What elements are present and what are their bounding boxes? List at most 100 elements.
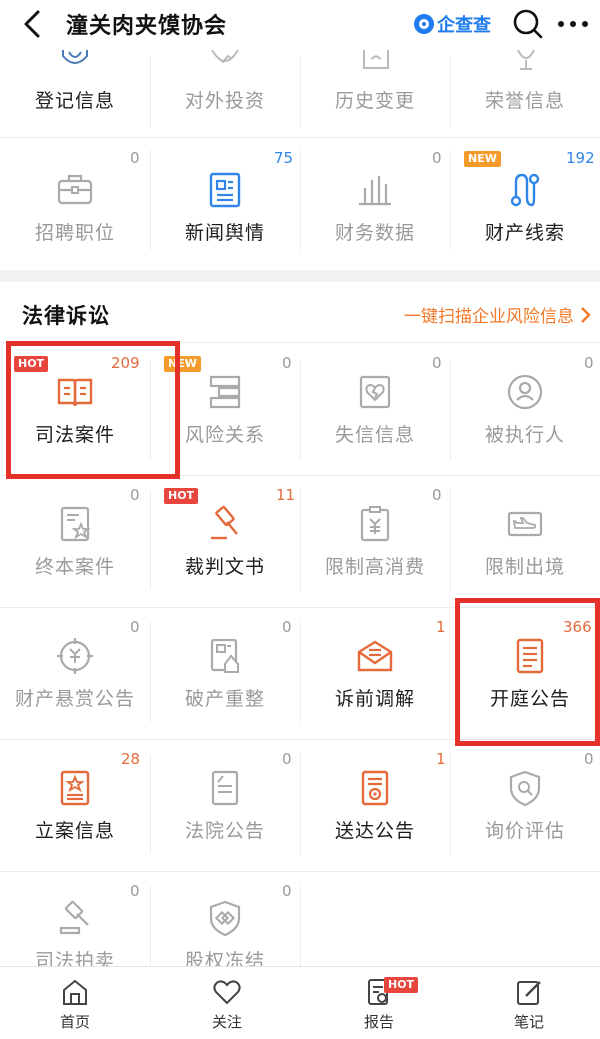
new-tag: NEW xyxy=(464,151,501,167)
count-badge: 0 xyxy=(282,354,292,372)
grid-item-label: 新闻舆情 xyxy=(184,222,265,244)
grid-item-exit-restriction[interactable]: 限制出境 xyxy=(450,504,600,579)
page-title: 潼关肉夹馍协会 xyxy=(66,14,228,39)
divider xyxy=(150,490,151,590)
divider xyxy=(300,490,301,590)
count-badge: 0 xyxy=(282,750,292,768)
shield-icon xyxy=(62,50,88,64)
grid-item-honor[interactable]: 荣誉信息 xyxy=(450,46,600,113)
grid-item-bankruptcy[interactable]: 破产重整 xyxy=(150,636,300,711)
count-badge: 75 xyxy=(274,149,294,167)
tab-label: 关注 xyxy=(211,1013,242,1031)
heart-icon xyxy=(213,980,241,1005)
header-bar: 潼关肉夹馍协会 企查查 xyxy=(0,0,600,50)
divider xyxy=(300,360,301,460)
grid-item-label: 询价评估 xyxy=(484,820,565,842)
hot-tag: HOT xyxy=(164,488,199,504)
grid-item-label: 诉前调解 xyxy=(334,688,415,710)
grid-item-history[interactable]: 历史变更 xyxy=(300,46,450,113)
count-badge: 28 xyxy=(121,750,141,768)
divider xyxy=(450,150,451,250)
divider xyxy=(150,56,151,128)
grid-item-label: 财务数据 xyxy=(334,222,415,244)
risk-scan-link[interactable]: 一键扫描企业风险信息 xyxy=(404,302,592,327)
qichacha-brand[interactable]: 企查查 xyxy=(414,12,491,36)
count-badge: 0 xyxy=(584,750,594,768)
grid-item-label: 送达公告 xyxy=(334,820,415,842)
grid-item-property-clue[interactable]: 财产线索 xyxy=(450,170,600,245)
hot-tag: HOT xyxy=(384,977,419,993)
yuan-target-icon xyxy=(57,638,93,674)
divider xyxy=(300,622,301,722)
count-badge: 0 xyxy=(130,882,140,900)
grid-item-dishonest[interactable]: 失信信息 xyxy=(300,372,450,447)
highlight-box-court-session-notice xyxy=(455,598,600,746)
grid-item-label: 历史变更 xyxy=(334,90,415,112)
section-gap xyxy=(0,270,600,282)
grid-item-judgment-document[interactable]: 裁判文书 xyxy=(150,504,300,579)
divider xyxy=(450,490,451,590)
grid-item-label: 招聘职位 xyxy=(34,222,115,244)
section-title: 法律诉讼 xyxy=(22,304,110,328)
grid-item-judicial-auction[interactable]: 司法拍卖 xyxy=(0,898,150,973)
bankruptcy-icon xyxy=(210,638,239,673)
gavel-icon xyxy=(211,505,238,540)
grid-item-finance[interactable]: 财务数据 xyxy=(300,170,450,245)
tab-notes[interactable]: 笔记 xyxy=(454,977,600,1032)
trophy-icon xyxy=(517,50,535,70)
grid-item-news[interactable]: 新闻舆情 xyxy=(150,170,300,245)
grid-item-label: 荣誉信息 xyxy=(484,90,565,112)
grid-item-registration[interactable]: 登记信息 xyxy=(0,46,150,113)
broken-heart-icon xyxy=(359,375,391,409)
grid-item-filing-info[interactable]: 立案信息 xyxy=(0,768,150,843)
tab-home[interactable]: 首页 xyxy=(0,977,150,1032)
count-badge: 0 xyxy=(130,486,140,504)
divider xyxy=(300,886,301,966)
grid-item-recruitment[interactable]: 招聘职位 xyxy=(0,170,150,245)
count-badge: 0 xyxy=(130,149,140,167)
count-badge: 1 xyxy=(436,618,446,636)
chevron-right-icon xyxy=(581,306,591,323)
investment-chart-icon xyxy=(211,50,239,64)
back-arrow-icon[interactable] xyxy=(14,6,50,42)
divider xyxy=(450,56,451,128)
property-clue-icon xyxy=(510,173,540,207)
delivery-notice-icon xyxy=(361,770,389,806)
grid-item-property-reward[interactable]: 财产悬赏公告 xyxy=(0,636,150,711)
home-icon xyxy=(63,979,87,1005)
more-icon[interactable] xyxy=(556,12,590,36)
grid-item-pre-litigation-mediation[interactable]: 诉前调解 xyxy=(300,636,450,711)
count-badge: 0 xyxy=(282,618,292,636)
tab-label: 报告 xyxy=(363,1013,394,1031)
grid-item-delivery-notice[interactable]: 送达公告 xyxy=(300,768,450,843)
grid-item-investment[interactable]: 对外投资 xyxy=(150,46,300,113)
count-badge: 192 xyxy=(566,149,595,167)
count-badge: 0 xyxy=(584,354,594,372)
briefcase-icon xyxy=(57,174,93,205)
grid-item-label: 失信信息 xyxy=(334,424,415,446)
divider xyxy=(300,56,301,128)
count-badge: 11 xyxy=(276,486,296,504)
divider xyxy=(450,754,451,854)
grid-item-consumption-limit[interactable]: 限制高消费 xyxy=(300,504,450,579)
grid-item-label: 立案信息 xyxy=(34,820,115,842)
court-notice-icon xyxy=(211,770,239,806)
tab-report[interactable]: 报告 xyxy=(304,977,454,1032)
grid-item-equity-freeze[interactable]: 股权冻结 xyxy=(150,898,300,973)
news-icon xyxy=(209,172,241,208)
shield-search-icon xyxy=(509,770,541,807)
case-star-icon xyxy=(60,506,91,542)
grid-item-court-notice[interactable]: 法院公告 xyxy=(150,768,300,843)
grid-item-label: 财产悬赏公告 xyxy=(14,688,135,710)
grid-item-label: 终本案件 xyxy=(34,556,115,578)
grid-item-final-case[interactable]: 终本案件 xyxy=(0,504,150,579)
grid-item-executed-person[interactable]: 被执行人 xyxy=(450,372,600,447)
search-icon[interactable] xyxy=(512,8,544,40)
count-badge: 0 xyxy=(130,618,140,636)
grid-item-price-evaluation[interactable]: 询价评估 xyxy=(450,768,600,843)
divider xyxy=(150,886,151,966)
tab-follow[interactable]: 关注 xyxy=(152,977,302,1032)
bottom-tab-bar: 首页 关注 报告 HOT 笔记 xyxy=(0,966,600,1039)
grid-item-label: 登记信息 xyxy=(34,90,115,112)
history-change-icon xyxy=(363,50,389,69)
